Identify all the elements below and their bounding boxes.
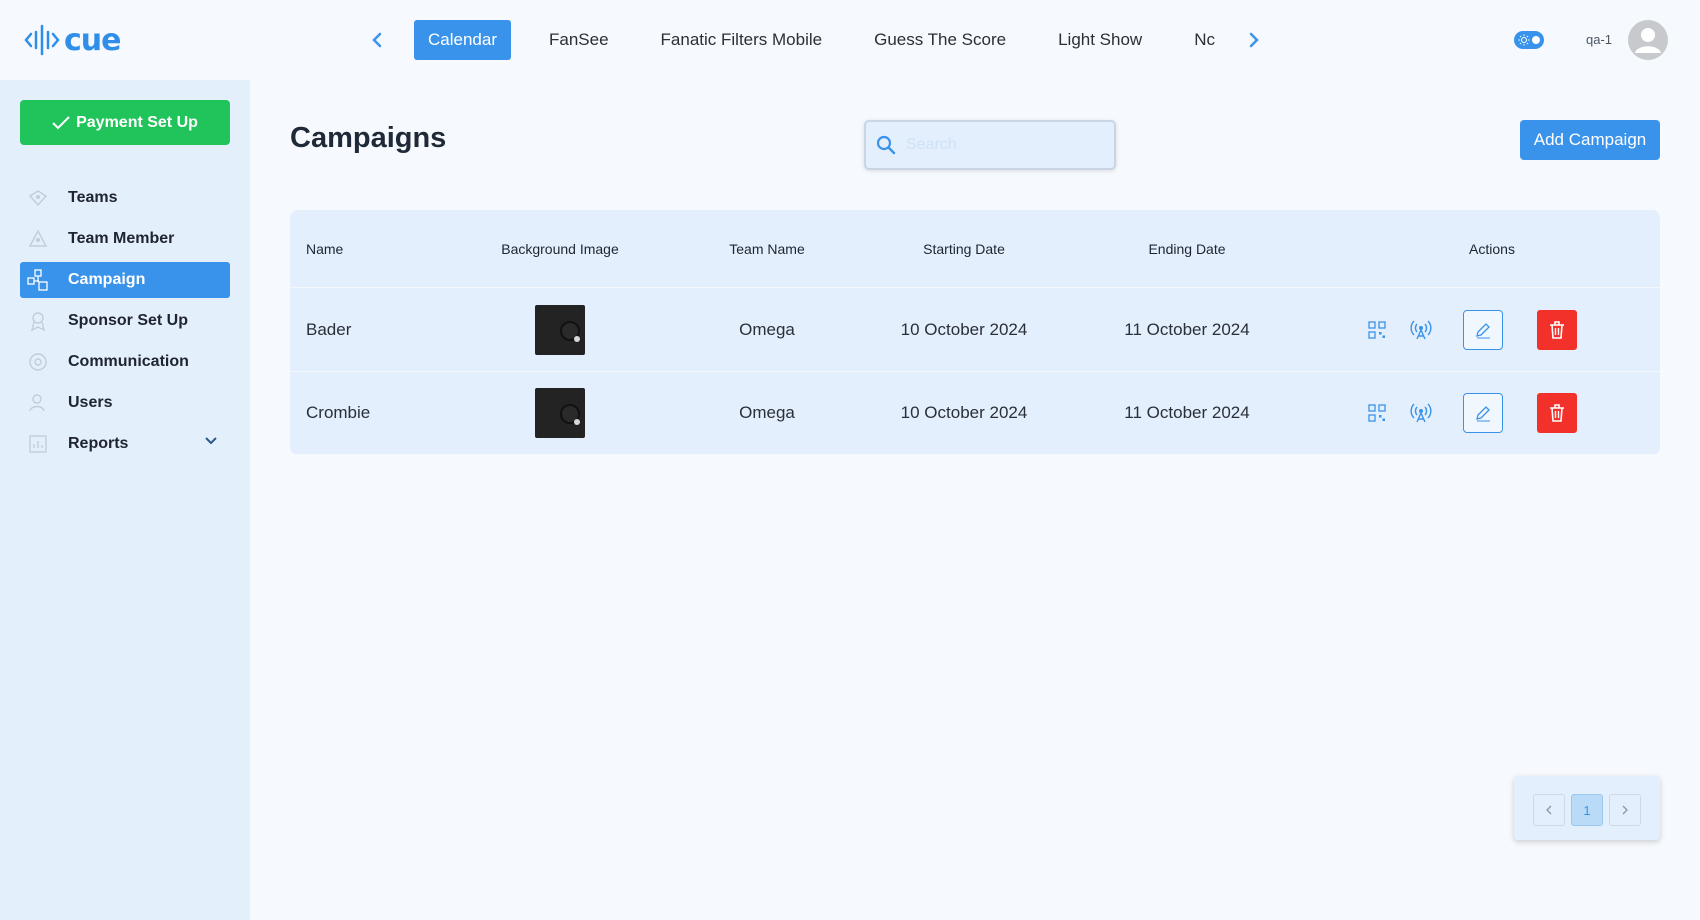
chevron-right-icon [1622, 805, 1628, 815]
team-member-icon [24, 225, 52, 253]
chevron-left-icon [1546, 805, 1552, 815]
top-bar: cue Calendar FanSee Fanatic Filters Mobile… [0, 0, 1700, 80]
sidebar-menu: Teams Team Member Campaign Sponsor Set U… [20, 180, 230, 467]
avatar[interactable] [1628, 20, 1668, 60]
search-box[interactable] [864, 120, 1116, 170]
background-image-thumbnail[interactable] [535, 388, 585, 438]
edit-button[interactable] [1463, 310, 1503, 350]
sidebar-item-label: Teams [68, 189, 118, 206]
starting-date: 10 October 2024 [900, 403, 1028, 422]
search-icon [876, 135, 896, 155]
app-tabs: Calendar FanSee Fanatic Filters Mobile Gues… [414, 20, 1230, 60]
starting-date: 10 October 2024 [900, 320, 1028, 339]
sidebar-item-users[interactable]: Users [20, 385, 230, 421]
table-row: Bader Omega 10 October 2024 11 October 2… [290, 289, 1660, 372]
qr-code-button[interactable] [1366, 319, 1388, 341]
add-campaign-button[interactable]: Add Campaign [1520, 120, 1660, 160]
users-icon [24, 389, 52, 417]
search-input[interactable] [906, 136, 1096, 154]
table-header: Name Background Image Team Name Starting… [290, 210, 1660, 288]
broadcast-button[interactable] [1409, 318, 1433, 342]
pencil-icon [1476, 323, 1490, 339]
tab-fanatic-filters-mobile[interactable]: Fanatic Filters Mobile [647, 20, 837, 60]
tab-light-show[interactable]: Light Show [1044, 20, 1156, 60]
chevron-right-icon [1249, 32, 1259, 48]
communication-icon [24, 348, 52, 376]
sidebar-item-campaign[interactable]: Campaign [20, 262, 230, 298]
sidebar-item-sponsor-set-up[interactable]: Sponsor Set Up [20, 303, 230, 339]
theme-toggle[interactable] [1514, 31, 1544, 49]
sponsor-icon [24, 307, 52, 335]
broadcast-icon [1410, 403, 1432, 423]
team-name: Omega [739, 403, 795, 422]
sidebar-item-reports[interactable]: Reports [20, 426, 230, 462]
app-logo[interactable]: cue [24, 20, 121, 60]
sidebar-item-label: Communication [68, 353, 189, 370]
logo-text: cue [64, 22, 121, 58]
tab-nc[interactable]: Nc [1180, 20, 1229, 60]
pagination: 1 [1514, 776, 1660, 840]
background-image-cell [460, 289, 660, 371]
campaign-name: Bader [306, 320, 352, 339]
page-title: Campaigns [290, 122, 447, 154]
tabs-scroll-left-button[interactable] [363, 26, 391, 54]
qr-code-icon [1368, 321, 1386, 339]
sidebar-item-label: Campaign [68, 271, 146, 288]
campaign-name: Crombie [306, 403, 371, 422]
toggle-knob [1532, 36, 1540, 44]
sun-icon [1518, 34, 1530, 46]
broadcast-icon [1410, 320, 1432, 340]
check-icon [52, 115, 70, 129]
user-avatar-icon [1635, 28, 1661, 53]
sidebar: Payment Set Up Teams Team Member Campaig… [0, 80, 250, 920]
team-name: Omega [739, 320, 795, 339]
delete-button[interactable] [1537, 393, 1577, 433]
payment-set-up-label: Payment Set Up [76, 113, 198, 131]
sidebar-item-label: Sponsor Set Up [68, 312, 189, 329]
column-header-actions: Actions [1469, 240, 1515, 257]
table-row: Crombie Omega 10 October 2024 11 October… [290, 372, 1660, 455]
column-header-team-name: Team Name [729, 240, 805, 257]
payment-set-up-button[interactable]: Payment Set Up [20, 100, 230, 145]
next-page-button[interactable] [1609, 794, 1641, 826]
column-header-starting-date: Starting Date [923, 240, 1005, 257]
page-number-button[interactable]: 1 [1571, 794, 1603, 826]
tab-guess-the-score[interactable]: Guess The Score [860, 20, 1020, 60]
teams-icon [24, 184, 52, 212]
sidebar-item-label: Users [68, 394, 113, 411]
pencil-icon [1476, 406, 1490, 422]
username-label: qa-1 [1586, 32, 1613, 47]
reports-icon [24, 430, 52, 458]
ending-date: 11 October 2024 [1124, 320, 1250, 339]
chevron-down-icon[interactable] [204, 436, 218, 446]
tabs-scroll-right-button[interactable] [1240, 26, 1268, 54]
sidebar-item-label: Reports [68, 435, 129, 452]
tab-calendar[interactable]: Calendar [414, 20, 511, 60]
delete-button[interactable] [1537, 310, 1577, 350]
broadcast-button[interactable] [1409, 401, 1433, 425]
tab-fansee[interactable]: FanSee [535, 20, 623, 60]
edit-button[interactable] [1463, 393, 1503, 433]
column-header-name: Name [306, 240, 344, 257]
background-image-cell [460, 372, 660, 454]
chevron-left-icon [372, 32, 382, 48]
qr-code-button[interactable] [1366, 402, 1388, 424]
background-image-thumbnail[interactable] [535, 305, 585, 355]
sidebar-item-team-member[interactable]: Team Member [20, 221, 230, 257]
trash-icon [1550, 321, 1564, 339]
ending-date: 11 October 2024 [1124, 403, 1250, 422]
column-header-ending-date: Ending Date [1148, 240, 1226, 257]
qr-code-icon [1368, 404, 1386, 422]
column-header-background-image: Background Image [501, 240, 619, 257]
sidebar-item-communication[interactable]: Communication [20, 344, 230, 380]
trash-icon [1550, 404, 1564, 422]
sidebar-item-teams[interactable]: Teams [20, 180, 230, 216]
logo-waveform-icon [24, 24, 60, 56]
campaign-icon [24, 266, 52, 294]
sidebar-item-label: Team Member [68, 230, 175, 247]
campaigns-table: Name Background Image Team Name Starting… [290, 210, 1660, 455]
previous-page-button[interactable] [1533, 794, 1565, 826]
